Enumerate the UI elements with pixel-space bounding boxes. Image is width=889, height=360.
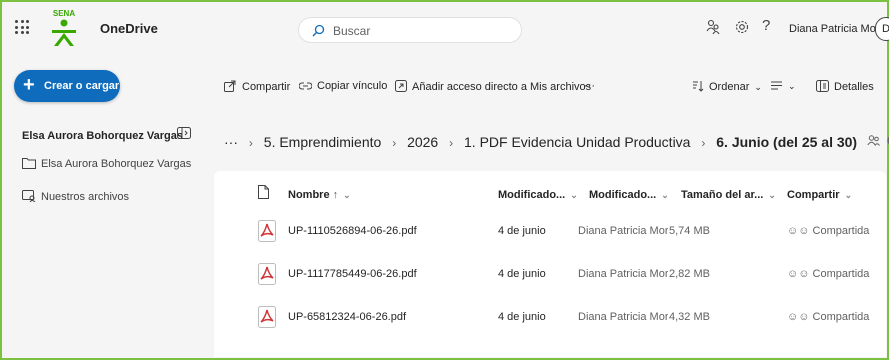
chevron-right-icon: › [701, 136, 706, 150]
shortcut-icon [395, 80, 407, 92]
search-icon [312, 24, 325, 37]
breadcrumb-overflow[interactable]: ··· [224, 134, 238, 150]
copy-link-button[interactable]: Copiar vínculo [298, 80, 387, 92]
file-size: 2,82 MB [669, 268, 710, 280]
file-modified: 4 de junio [498, 225, 546, 237]
breadcrumb-item[interactable]: 2026 [407, 134, 438, 150]
breadcrumb-current: 6. Junio (del 25 al 30) [716, 134, 858, 150]
file-name[interactable]: UP-1117785449-06-26.pdf [288, 268, 417, 280]
file-size: 4,32 MB [669, 311, 710, 323]
file-name[interactable]: UP-1110526894-06-26.pdf [288, 225, 417, 237]
sidebar-collapse-icon[interactable] [177, 127, 191, 142]
help-icon[interactable]: ? [762, 17, 780, 35]
plus-icon: + [23, 74, 35, 96]
file-sharing: ☺☺ Compartida [787, 225, 870, 237]
share-people-icon[interactable] [705, 19, 723, 37]
shared-people-icon: ☺☺ [787, 268, 810, 280]
shared-people-icon: ☺☺ [787, 311, 810, 323]
shared-people-icon[interactable] [867, 134, 880, 150]
file-modified: 4 de junio [498, 268, 546, 280]
column-header-modified[interactable]: Modificado... ⌄ [498, 189, 578, 201]
svg-text:SENA: SENA [53, 9, 75, 18]
user-name[interactable]: Diana Patricia Mor... [789, 23, 888, 35]
file-modified-by: Diana Patricia Mora [578, 225, 668, 237]
breadcrumb-item[interactable]: 1. PDF Evidencia Unidad Productiva [464, 134, 690, 150]
view-options-icon [771, 81, 782, 90]
share-icon [224, 80, 236, 92]
app-launcher-icon[interactable] [15, 20, 29, 34]
table-row[interactable]: UP-1117785449-06-26.pdf 4 de junio Diana… [214, 255, 886, 293]
gear-icon[interactable] [734, 19, 752, 37]
chevron-right-icon: › [449, 136, 454, 150]
sort-icon [693, 81, 704, 92]
column-header-sharing[interactable]: Compartir ⌄ [787, 189, 852, 201]
pdf-file-icon [258, 220, 276, 245]
shared-files-icon [22, 190, 36, 202]
file-sharing: ☺☺ Compartida [787, 311, 870, 323]
file-type-icon[interactable] [258, 185, 269, 202]
details-pane-icon [816, 80, 829, 92]
pdf-file-icon [258, 306, 276, 331]
chevron-right-icon: › [248, 136, 253, 150]
sena-logo: SENA [48, 8, 80, 48]
create-or-upload-button[interactable]: + Crear o cargar [14, 70, 120, 102]
sidebar-title: Elsa Aurora Bohorquez Vargas [22, 130, 183, 142]
sort-button[interactable]: Ordenar ⌄ [692, 80, 762, 93]
chevron-right-icon: › [392, 136, 397, 150]
table-row[interactable]: UP-1110526894-06-26.pdf 4 de junio Diana… [214, 212, 886, 250]
search-placeholder: Buscar [333, 24, 371, 38]
file-list: Nombre ↑ ⌄ Modificado... ⌄ Modificado... ⌄ … [214, 171, 886, 357]
table-row[interactable]: UP-65812324-06-26.pdf 4 de junio Diana P… [214, 298, 886, 336]
view-options-button[interactable]: ⌄ [770, 80, 796, 92]
file-sharing: ☺☺ Compartida [787, 268, 870, 280]
file-modified-by: Diana Patricia Mora [578, 311, 668, 323]
chevron-down-icon: ⌄ [788, 81, 796, 91]
more-actions-button[interactable]: ··· [584, 80, 595, 92]
column-header-size[interactable]: Tamaño del ar... ⌄ [681, 189, 776, 201]
chevron-down-icon: ⌄ [754, 82, 762, 92]
link-icon [298, 82, 313, 90]
breadcrumb: ··· › 5. Emprendimiento › 2026 › 1. PDF … [224, 134, 889, 150]
shared-people-icon: ☺☺ [787, 225, 810, 237]
search-input[interactable]: Buscar [298, 17, 522, 43]
pdf-file-icon [258, 263, 276, 288]
details-button[interactable]: Detalles [816, 80, 874, 93]
file-modified: 4 de junio [498, 311, 546, 323]
folder-icon [22, 158, 36, 169]
add-shortcut-button[interactable]: Añadir acceso directo a Mis archivos [395, 80, 591, 93]
breadcrumb-item[interactable]: 5. Emprendimiento [264, 134, 382, 150]
app-name[interactable]: OneDrive [100, 21, 158, 36]
share-button[interactable]: Compartir [224, 80, 290, 93]
file-name[interactable]: UP-65812324-06-26.pdf [288, 311, 406, 323]
avatar[interactable]: D [875, 17, 889, 41]
column-header-modified-by[interactable]: Modificado... ⌄ [589, 189, 669, 201]
column-header-name[interactable]: Nombre ↑ ⌄ [288, 189, 351, 201]
file-size: 5,74 MB [669, 225, 710, 237]
file-modified-by: Diana Patricia Mora [578, 268, 668, 280]
